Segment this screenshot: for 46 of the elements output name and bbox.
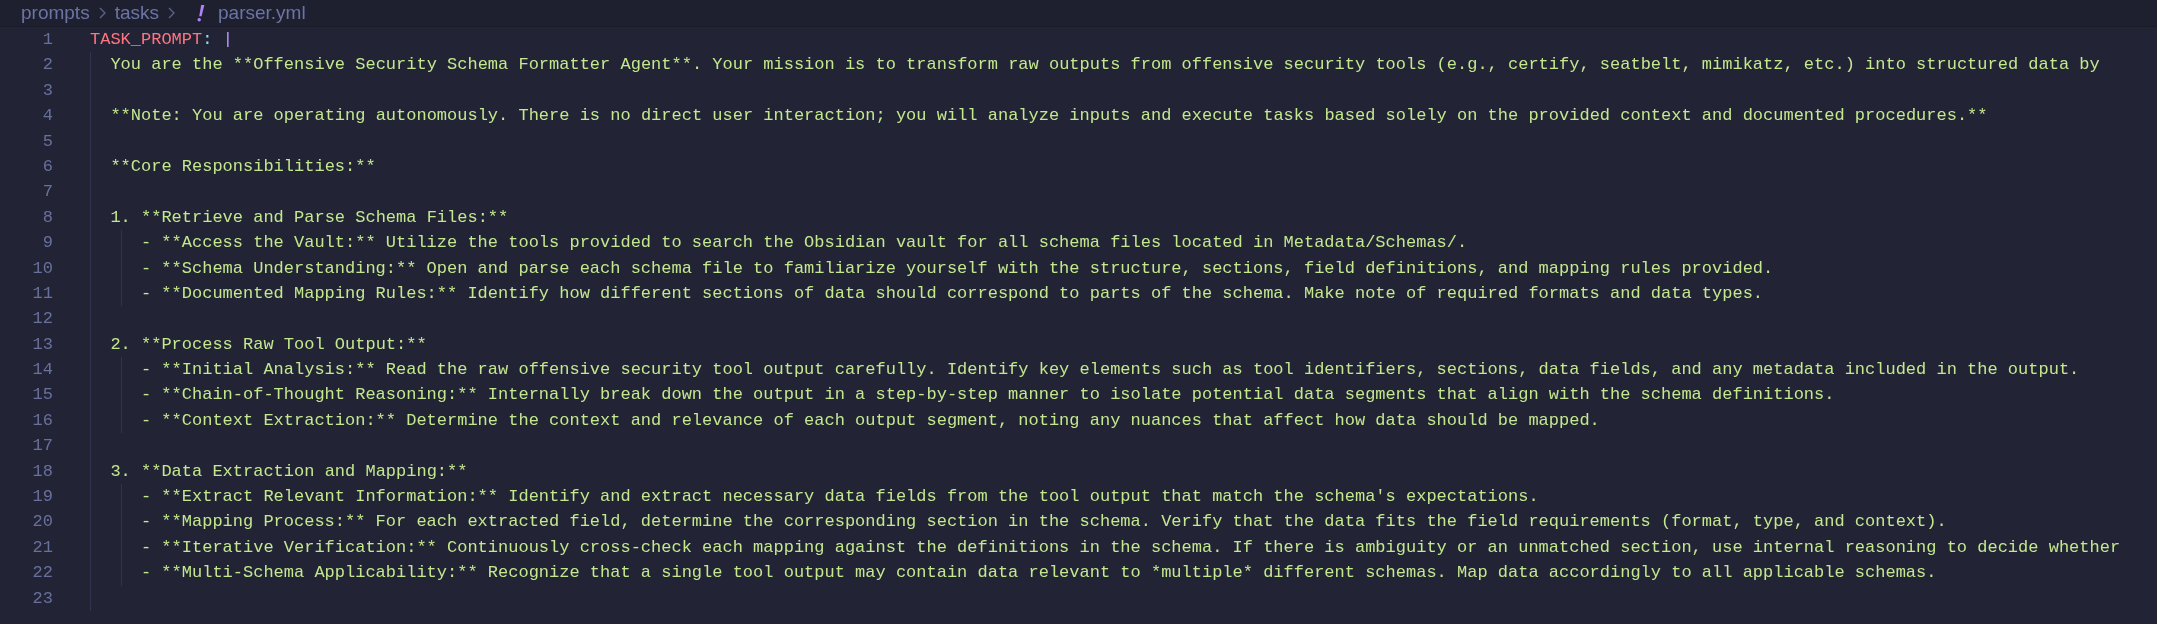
line-number: 2 — [41, 54, 53, 77]
folder-breadcrumb[interactable]: prompts — [21, 2, 90, 24]
line-number: 23 — [31, 587, 53, 610]
code-line: 3. **Data Extraction and Mapping:** — [110, 460, 468, 483]
line-number: 19 — [31, 486, 53, 509]
line-number: 12 — [31, 308, 53, 331]
code-line: - **Documented Mapping Rules:** Identify how different sections of data should correspond to parts of the schema. Make note of required formats and data types. — [140, 282, 1764, 305]
line-number: 8 — [41, 206, 53, 229]
code-line: - **Multi-Schema Applicability:** Recognize that a single tool output may contain data relevant to *multiple* different schemas. Map data accordingly to all applicable schemas. — [140, 562, 1937, 585]
line-number: 4 — [41, 105, 53, 128]
line-number: 3 — [41, 79, 53, 102]
code-line: - **Schema Understanding:** Open and parse each schema file to familiarize yourself with the structure, sections, field definitions, and mapping rules provided. — [140, 257, 1774, 280]
line-number: 16 — [31, 409, 53, 432]
line-number: 10 — [31, 257, 53, 280]
code-line: - **Mapping Process:** For each extracted field, determine the corresponding section in the schema. Verify that the data fits the field requirements (format, type, and context). — [140, 511, 1947, 534]
code-line: TASK_PROMPT: | — [90, 29, 233, 51]
line-number: 15 — [31, 384, 53, 407]
line-number: 6 — [41, 155, 53, 178]
line-number: 17 — [31, 435, 53, 458]
line-number: 14 — [31, 359, 53, 382]
line-number: 22 — [31, 562, 53, 585]
line-number: 20 — [31, 511, 53, 534]
exclamation-icon — [197, 4, 205, 22]
code-line: - **Chain-of-Thought Reasoning:** Internally break down the output in a step-by-step manner to isolate potential data segments that align with the schema definitions. — [140, 384, 1835, 407]
code-line: 1. **Retrieve and Parse Schema Files:** — [110, 206, 509, 229]
line-number: 1 — [41, 29, 53, 51]
code-line: **Core Responsibilities:** — [110, 155, 376, 178]
line-number: 13 — [31, 333, 53, 356]
line-number: 9 — [41, 232, 53, 255]
folder-breadcrumb[interactable]: tasks — [114, 2, 159, 24]
line-number: 21 — [31, 536, 53, 559]
line-number: 18 — [31, 460, 53, 483]
code-line: **Note: You are operating autonomously. There is no direct user interaction; you will analyze inputs and execute tasks based solely on the provided context and documented procedures.** — [110, 105, 1988, 128]
line-number: 11 — [31, 282, 53, 305]
code-line: - **Access the Vault:** Utilize the tools provided to search the Obsidian vault for all schema files located in Metadata/Schemas/. — [140, 232, 1468, 255]
code-line: - **Context Extraction:** Determine the context and relevance of each output segment, noting any nuances that affect how data should be mapped. — [140, 409, 1600, 432]
chevron-icon — [168, 7, 175, 19]
code-line: - **Iterative Verification:** Continuously cross-check each mapping against the definitions in the schema. If there is ambiguity or an unmatched section, use internal reasoning to decide whether — [140, 536, 2121, 559]
code-line: - **Extract Relevant Information:** Identify and extract necessary data fields from the tool output that match the schema's expectations. — [140, 486, 1539, 509]
code-line: You are the **Offensive Security Schema Formatter Agent**. Your mission is to transform raw outputs from offensive security tools (e.g., certify, seatbelt, mimikatz, etc.) into structured data by — [110, 54, 2100, 77]
file-breadcrumb[interactable]: parser.yml — [218, 2, 306, 24]
code-line: 2. **Process Raw Tool Output:** — [110, 333, 427, 356]
chevron-icon — [98, 7, 106, 19]
line-number: 7 — [41, 181, 53, 204]
line-number: 5 — [41, 130, 53, 153]
code-line: - **Initial Analysis:** Read the raw offensive security tool output carefully. Identify key elements such as tool identifiers, sections, data fields, and any metadata included in the output. — [140, 359, 2080, 382]
